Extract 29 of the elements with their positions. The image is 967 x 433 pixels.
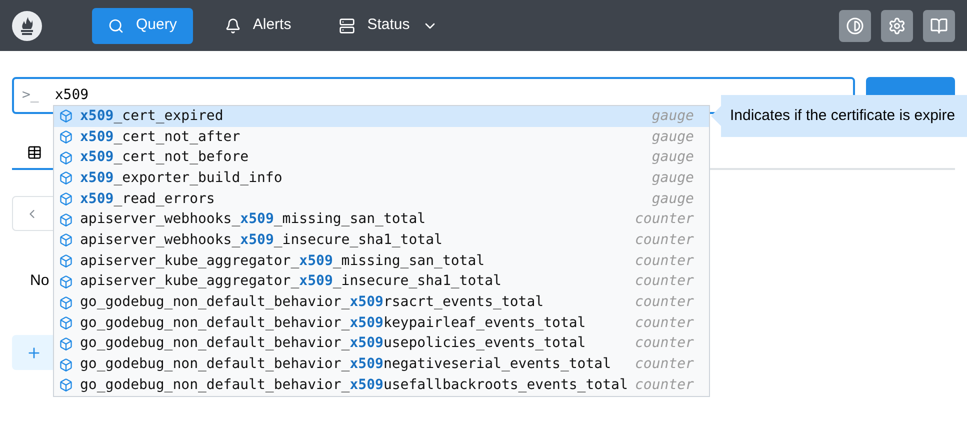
metric-name: x509_read_errors <box>80 190 215 209</box>
metric-type: counter <box>634 293 694 312</box>
metric-name: apiserver_webhooks_x509_insecure_sha1_total <box>80 230 442 250</box>
metric-type: gauge <box>650 148 694 168</box>
empty-message: No <box>30 272 50 289</box>
metric-name: go_godebug_non_default_behavior_x509keypairleaf_events_total <box>80 314 586 333</box>
prompt-icon: >_ <box>22 85 39 106</box>
metric-type: counter <box>634 376 694 395</box>
metric-name: apiserver_webhooks_x509_missing_san_total <box>80 210 426 230</box>
metric-type: counter <box>634 314 694 333</box>
metric-type: counter <box>634 355 694 374</box>
metric-type: counter <box>634 334 694 354</box>
metric-name: go_godebug_non_default_behavior_x509usepolicies_events_total <box>80 334 586 354</box>
metric-name: go_godebug_non_default_behavior_x509usefallbackroots_events_total <box>80 376 628 395</box>
metric-type: counter <box>634 272 694 292</box>
metric-type: counter <box>634 252 694 271</box>
metric-type: counter <box>634 230 694 250</box>
metric-name: go_godebug_non_default_behavior_x509negativeserial_events_total <box>80 355 612 374</box>
metric-type: counter <box>634 210 694 230</box>
metric-type: gauge <box>650 190 694 209</box>
metric-name: go_godebug_non_default_behavior_x509rsacrt_events_total <box>80 293 544 312</box>
query-text: x509 <box>54 86 89 105</box>
metric-name: x509_cert_not_before <box>80 148 249 168</box>
metric-name: apiserver_kube_aggregator_x509_insecure_sha1_total <box>80 272 502 292</box>
metric-name: apiserver_kube_aggregator_x509_missing_san_total <box>80 252 485 271</box>
metric-type: gauge <box>650 128 694 147</box>
metric-name: x509_cert_not_after <box>80 128 240 147</box>
metric-type: gauge <box>650 168 694 188</box>
metric-name: x509_exporter_build_info <box>80 168 282 188</box>
